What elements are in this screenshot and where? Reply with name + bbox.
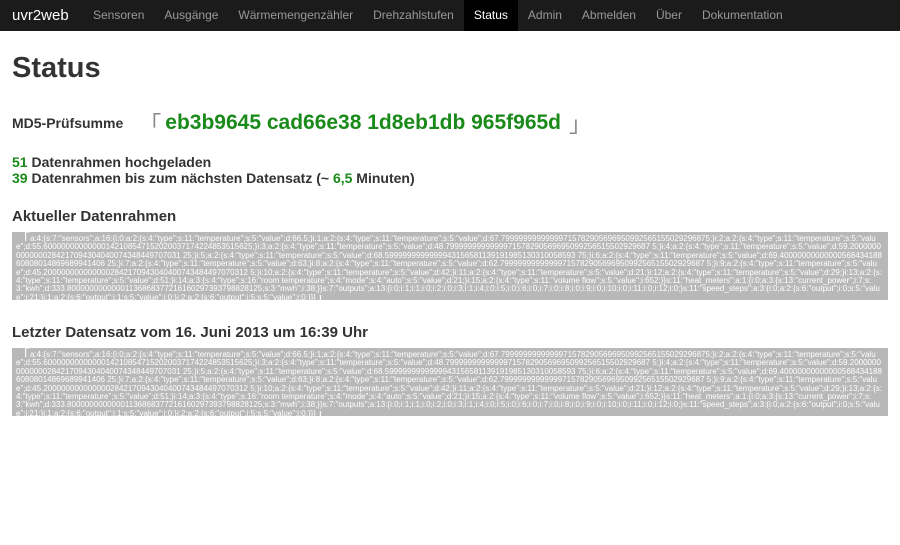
page-title: Status [12, 52, 101, 84]
last-record-heading: Letzter Datensatz vom 16. Juni 2013 um 1… [12, 324, 368, 341]
nav-item-ausgaenge[interactable]: Ausgänge [154, 0, 228, 31]
current-frame-data: a:4:{s:7:"sensors";a:16:{i:0;a:2:{s:4:"t… [16, 234, 882, 300]
remaining-minutes: 6,5 [332, 170, 353, 186]
remaining-text-2: Minuten) [352, 170, 415, 186]
md5-hash-value: eb3b9645 cad66e38 1d8eb1db 965f965d [165, 111, 562, 134]
remaining-text-1: Datenrahmen bis zum nächsten Datensatz (… [27, 170, 333, 186]
nav-item-status[interactable]: Status [463, 0, 518, 31]
md5-label: MD5-Prüfsumme [12, 115, 124, 131]
remaining-line: 39 Datenrahmen bis zum nächsten Datensat… [12, 170, 888, 186]
remaining-count: 39 [12, 170, 28, 186]
md5-row: MD5-Prüfsumme 「 eb3b9645 cad66e38 1d8eb1… [12, 109, 888, 137]
nav-item-waermemengenzaehler[interactable]: Wärmemengenzähler [228, 0, 363, 31]
md5-open-bracket: 「 [139, 112, 162, 137]
data-close-bracket: 」 [315, 289, 330, 300]
nav-item-abmelden[interactable]: Abmelden [572, 0, 646, 31]
md5-close-bracket: 」 [569, 112, 592, 137]
nav-item-ueber[interactable]: Über [646, 0, 692, 31]
md5-hash-box: 「 eb3b9645 cad66e38 1d8eb1db 965f965d 」 [139, 107, 591, 139]
data-close-bracket: 」 [315, 405, 330, 416]
brand-link[interactable]: uvr2web [0, 0, 83, 31]
last-record-data-box: 「a:4:{s:7:"sensors";a:16:{i:0;a:2:{s:4:"… [12, 348, 888, 416]
nav-item-dokumentation[interactable]: Dokumentation [692, 0, 793, 31]
uploaded-line: 51 Datenrahmen hochgeladen [12, 154, 888, 170]
nav-item-drehzahlstufen[interactable]: Drehzahlstufen [363, 0, 464, 31]
uploaded-count: 51 [12, 154, 28, 170]
last-record-data: a:4:{s:7:"sensors";a:16:{i:0;a:2:{s:4:"t… [16, 350, 882, 416]
upload-stats: 51 Datenrahmen hochgeladen 39 Datenrahme… [12, 154, 888, 186]
nav-item-sensoren[interactable]: Sensoren [83, 0, 154, 31]
current-frame-heading: Aktueller Datenrahmen [12, 208, 177, 225]
current-frame-data-box: 「a:4:{s:7:"sensors";a:16:{i:0;a:2:{s:4:"… [12, 232, 888, 300]
main-content: Status MD5-Prüfsumme 「 eb3b9645 cad66e38… [0, 31, 900, 416]
uploaded-text: Datenrahmen hochgeladen [27, 154, 212, 170]
main-nav: Sensoren Ausgänge Wärmemengenzähler Dreh… [83, 0, 793, 31]
nav-item-admin[interactable]: Admin [518, 0, 572, 31]
navbar: uvr2web Sensoren Ausgänge Wärmemengenzäh… [0, 0, 900, 31]
